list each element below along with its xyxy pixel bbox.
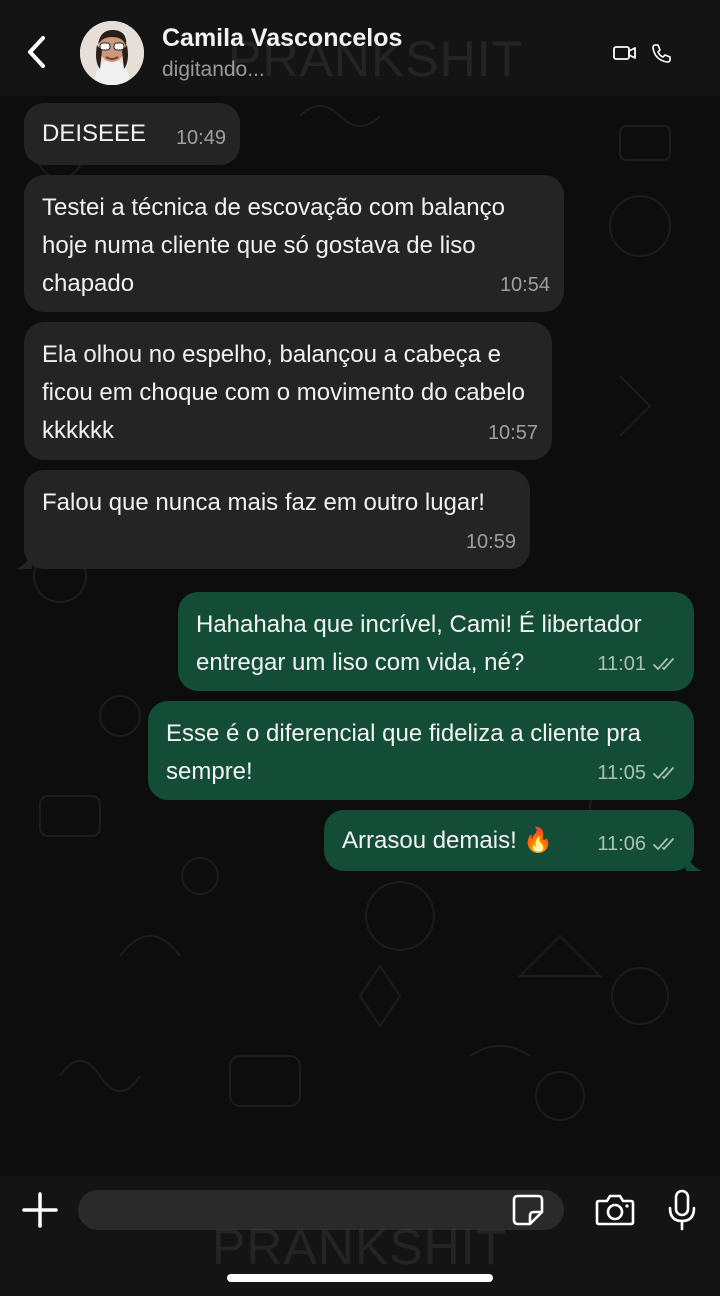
video-camera-icon [613, 46, 636, 60]
message-meta: 11:05 [597, 754, 680, 792]
double-check-icon [653, 838, 674, 851]
message-meta: 11:01 [597, 645, 680, 683]
microphone-icon [668, 1189, 696, 1231]
message-time: 11:05 [597, 762, 646, 784]
message-meta: 10:57 [488, 414, 538, 452]
camera-button[interactable] [594, 1192, 636, 1228]
message-text: Falou que nunca mais faz em outro lugar! [42, 489, 485, 516]
outgoing-message[interactable]: Arrasou demais! 🔥 11:06 [324, 810, 702, 871]
message-time: 10:54 [499, 274, 550, 296]
message-meta: 10:59 [466, 523, 516, 561]
message-meta: 10:54 [500, 266, 550, 304]
incoming-message[interactable]: DEISEEE 10:49 [24, 103, 240, 165]
message-meta: 11:06 [597, 825, 680, 863]
outgoing-message[interactable]: Esse é o diferencial que fideliza a clie… [148, 701, 694, 800]
bubble-tail [686, 855, 702, 871]
attach-button[interactable] [20, 1190, 60, 1230]
plus-icon [22, 1192, 58, 1228]
bubble-tail [16, 553, 32, 569]
message-text: Ela olhou no espelho, balançou a cabeça … [42, 341, 525, 444]
back-button[interactable] [18, 30, 54, 74]
composer-bar: PRANKSHIT [0, 1176, 720, 1296]
message-time: 10:57 [487, 422, 538, 444]
incoming-message[interactable]: Falou que nunca mais faz em outro lugar!… [16, 470, 530, 569]
double-check-icon [653, 767, 674, 780]
voice-call-button[interactable] [650, 42, 672, 64]
message-time: 10:49 [175, 127, 226, 149]
outgoing-message[interactable]: Hahahaha que incrível, Cami! É libertado… [178, 592, 694, 691]
message-meta: 10:49 [176, 119, 226, 157]
message-text: Testei a técnica de escovação com balanç… [42, 194, 505, 297]
chevron-left-icon [28, 36, 45, 68]
avatar-image [80, 21, 144, 85]
sticker-button[interactable] [510, 1192, 546, 1228]
avatar[interactable] [80, 21, 144, 85]
chat-header: Camila Vasconcelos digitando... PRANKSHI… [0, 0, 720, 96]
incoming-message[interactable]: Ela olhou no espelho, balançou a cabeça … [24, 322, 552, 460]
incoming-message[interactable]: Testei a técnica de escovação com balanç… [24, 175, 564, 312]
home-indicator[interactable] [227, 1274, 493, 1282]
message-time: 10:59 [465, 531, 516, 553]
message-time: 11:01 [597, 653, 646, 675]
message-time: 11:06 [597, 833, 646, 855]
microphone-button[interactable] [666, 1188, 698, 1232]
double-check-icon [653, 658, 674, 671]
camera-icon [595, 1194, 635, 1226]
video-call-button[interactable] [612, 42, 638, 64]
typing-status: digitando... [162, 58, 265, 81]
sticker-icon [512, 1194, 544, 1226]
contact-name[interactable]: Camila Vasconcelos [162, 24, 402, 53]
message-input[interactable] [78, 1190, 564, 1230]
phone-icon [652, 44, 671, 63]
